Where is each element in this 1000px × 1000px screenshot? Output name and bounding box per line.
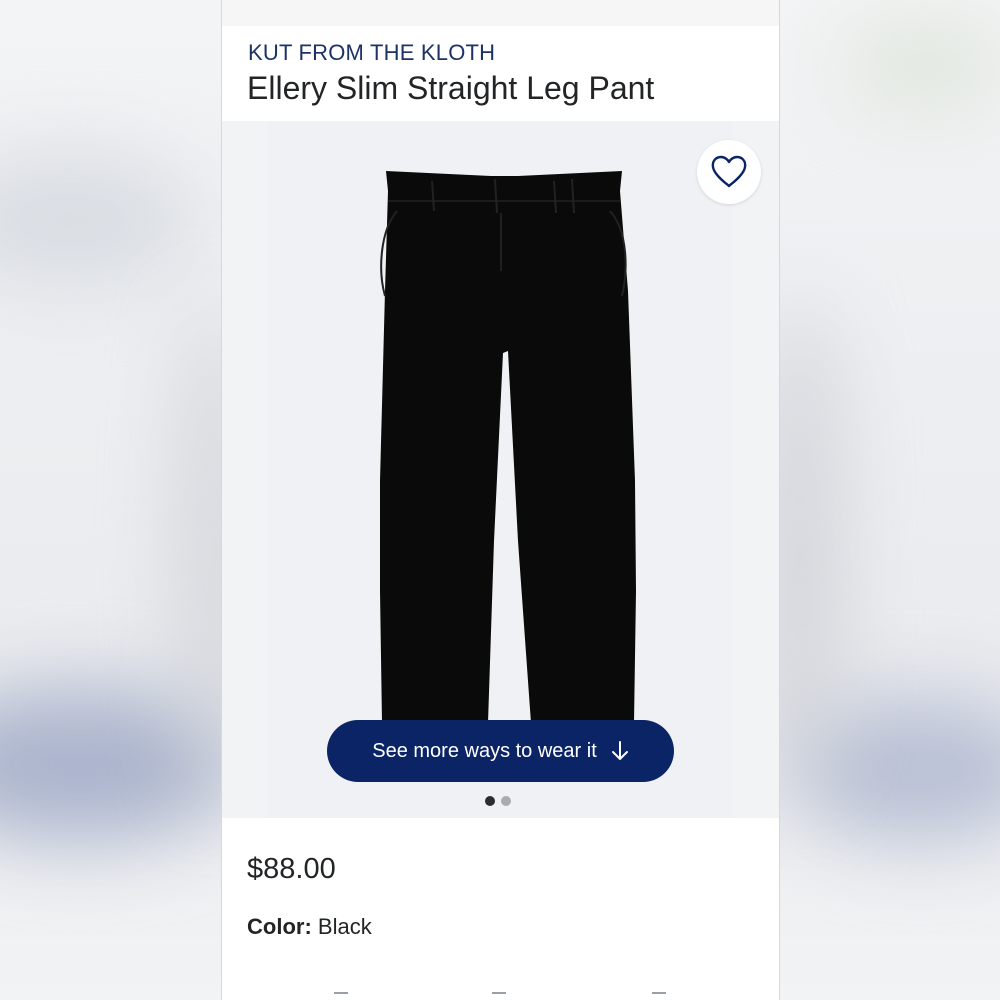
product-image[interactable] [222,121,779,818]
product-page: KUT FROM THE KLOTH Ellery Slim Straight … [221,0,780,1000]
arrow-down-icon [611,741,628,760]
bottom-toolbar-edge [222,990,779,1000]
color-info: Color: Black [247,914,372,940]
heart-icon [711,155,747,188]
color-value: Black [317,914,372,939]
favorite-button[interactable] [697,140,761,204]
product-price: $88.00 [247,853,336,885]
pagination-dot-2[interactable] [501,796,511,806]
image-pagination [485,796,511,806]
product-gallery[interactable]: See more ways to wear it [222,121,779,818]
see-more-ways-button[interactable]: See more ways to wear it [327,720,674,782]
top-strip [222,0,779,26]
color-label: Color: [247,914,312,939]
product-title: Ellery Slim Straight Leg Pant [247,70,655,106]
brand-name[interactable]: KUT FROM THE KLOTH [248,40,495,66]
see-more-ways-label: See more ways to wear it [372,739,597,762]
pagination-dot-1[interactable] [485,796,495,806]
